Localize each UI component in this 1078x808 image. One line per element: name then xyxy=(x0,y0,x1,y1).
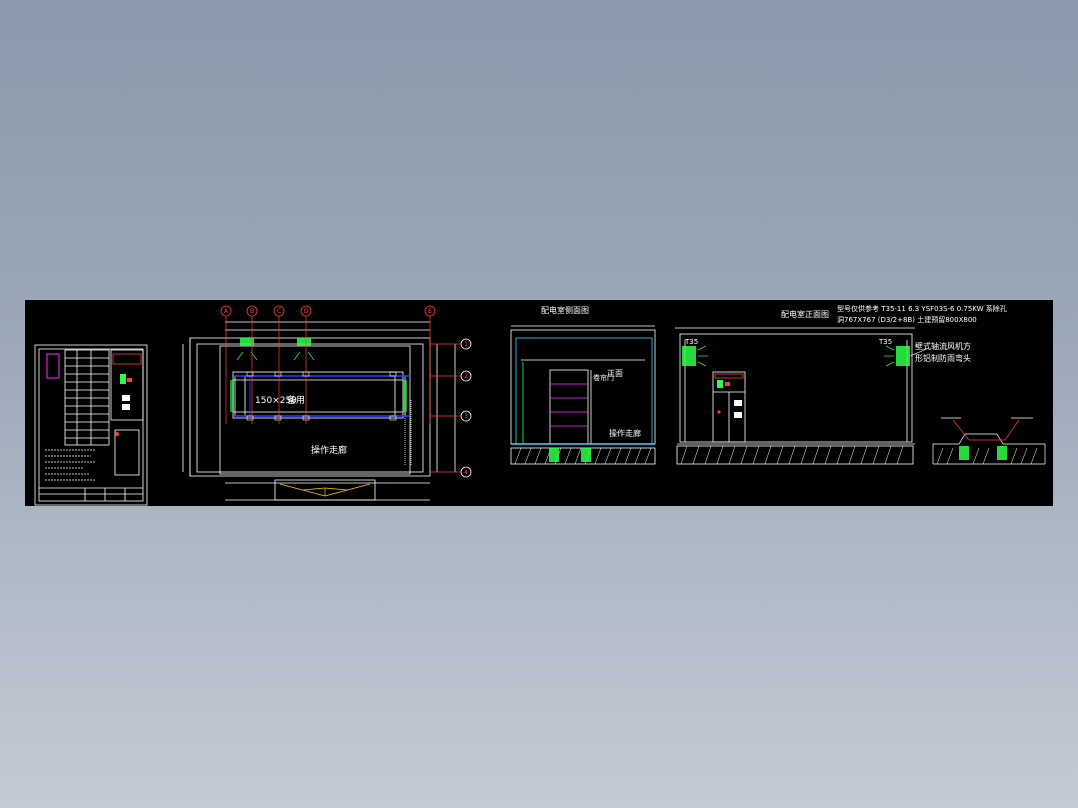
axis-bubble: A xyxy=(220,305,232,317)
svg-text:E: E xyxy=(428,308,432,315)
front-section-title: 配电室正面图 xyxy=(781,309,829,319)
cad-drawing-svg: A B C D E 1 2 3 4 150×250 备用 操作走廊 配电室侧面图… xyxy=(34,304,1046,506)
fan-right: T35 xyxy=(878,338,910,367)
note-line-1: 型号仅供参考 T35-11 6.3 YSF03S-6 0.75KW 系除孔 xyxy=(837,304,1007,313)
axis-bubble: E xyxy=(424,305,436,317)
svg-text:C: C xyxy=(277,308,281,315)
svg-text:1: 1 xyxy=(464,341,468,348)
axis-bubble: 3 xyxy=(460,410,472,422)
fan-label-right: T35 xyxy=(878,338,892,346)
fan-label-left: T35 xyxy=(684,338,698,346)
axis-bubbles-top: A B C D E xyxy=(220,305,436,317)
svg-text:2: 2 xyxy=(464,373,468,380)
front-section xyxy=(675,327,915,465)
front-foundation xyxy=(680,445,904,465)
plan-fans xyxy=(236,338,315,361)
svg-text:4: 4 xyxy=(464,469,468,476)
axis-bubble: B xyxy=(246,305,258,317)
cad-drawing-sheet: A B C D E 1 2 3 4 150×250 备用 操作走廊 配电室侧面图… xyxy=(25,300,1053,506)
axis-bubble: C xyxy=(273,305,285,317)
side-corridor-label: 操作走廊 xyxy=(609,428,641,438)
detail-hatch xyxy=(936,447,1038,465)
note-line-2: 洞767X767 (D3/2+8B) 土建预留800X800 xyxy=(837,315,977,324)
svg-text:B: B xyxy=(250,308,254,315)
svg-text:3: 3 xyxy=(464,413,468,420)
side-section xyxy=(510,325,656,465)
axis-bubble: 4 xyxy=(460,466,472,478)
plan-roof-truss xyxy=(279,483,371,497)
svg-text:D: D xyxy=(304,308,309,315)
fan-callout-line-1: 壁式轴流风机方 xyxy=(915,341,971,351)
axis-bubble: 2 xyxy=(460,370,472,382)
fan-callout-line-2: 形铝制防雨弯头 xyxy=(915,353,971,363)
axis-bubbles-right: 1 2 3 4 xyxy=(460,338,472,478)
plan-view xyxy=(182,321,456,501)
title-block xyxy=(34,344,148,506)
axis-bubble: 1 xyxy=(460,338,472,350)
spare-label: 备用 xyxy=(287,394,305,406)
side-section-title: 配电室侧面图 xyxy=(541,305,589,315)
side-door-label: 卷帘门 xyxy=(593,373,614,382)
fan-left: T35 xyxy=(682,338,708,367)
plan-corridor-label: 操作走廊 xyxy=(311,444,347,456)
detail-accents xyxy=(952,419,1020,460)
axis-bubble: D xyxy=(300,305,312,317)
